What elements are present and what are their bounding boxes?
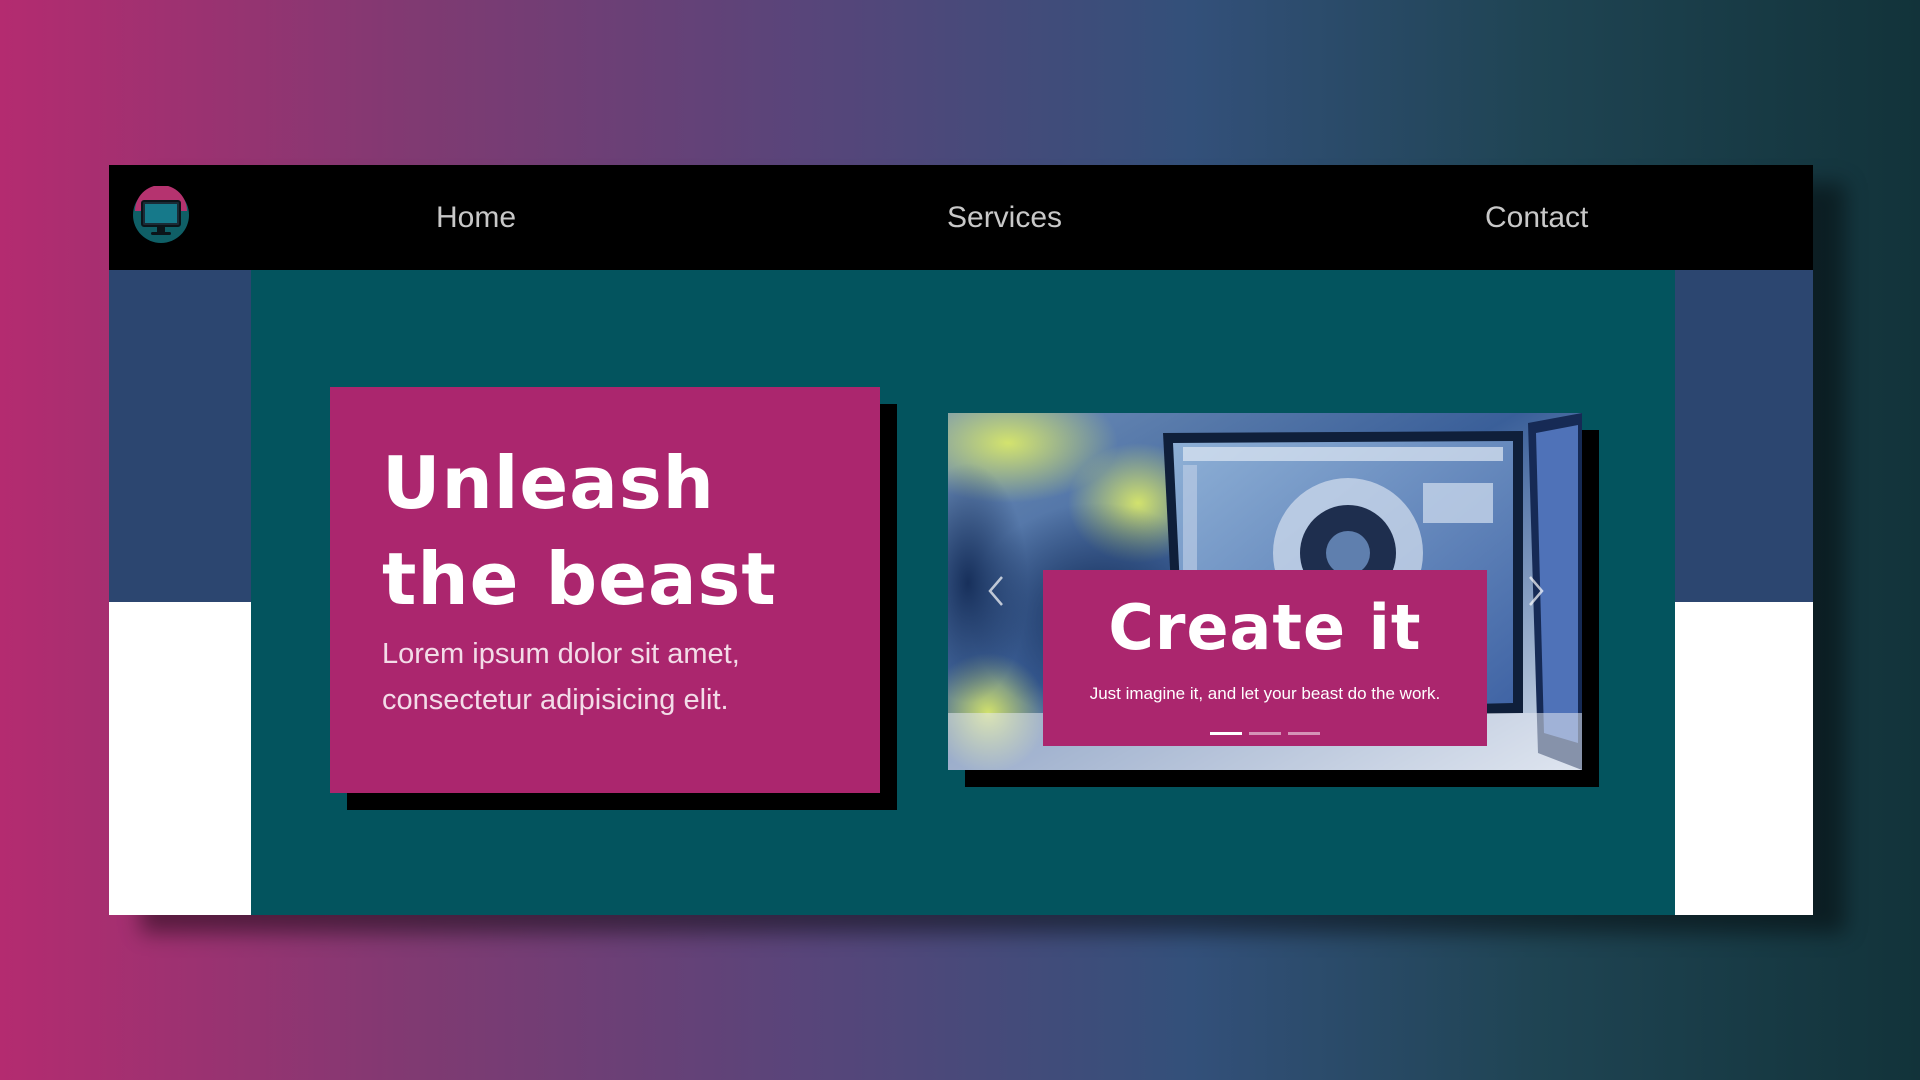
- website-window: Home Services Contact Unleash the beast …: [109, 165, 1813, 915]
- caption-title: Create it: [1108, 591, 1422, 664]
- carousel-next-button[interactable]: [1516, 563, 1556, 619]
- carousel-indicator-3[interactable]: [1288, 732, 1320, 735]
- nav-link-home[interactable]: Home: [436, 165, 516, 270]
- carousel-indicator-2[interactable]: [1249, 732, 1281, 735]
- logo[interactable]: [132, 186, 190, 244]
- hero-text-card: Unleash the beast Lorem ipsum dolor sit …: [330, 387, 880, 793]
- carousel-prev-button[interactable]: [976, 563, 1016, 619]
- side-panel-left: [109, 270, 251, 915]
- hero-headline: Unleash the beast: [382, 441, 777, 621]
- hero-section: Unleash the beast Lorem ipsum dolor sit …: [251, 270, 1675, 915]
- chevron-right-icon: [1529, 576, 1544, 606]
- nav-link-services[interactable]: Services: [947, 165, 1062, 270]
- chevron-left-icon: [988, 576, 1003, 606]
- nav-link-contact[interactable]: Contact: [1485, 165, 1588, 270]
- monitor-icon: [133, 186, 189, 243]
- carousel-caption: Create it Just imagine it, and let your …: [1043, 570, 1487, 746]
- carousel-indicator-1[interactable]: [1210, 732, 1242, 735]
- carousel-indicators: [1210, 732, 1322, 736]
- side-panel-right: [1675, 270, 1813, 915]
- navbar: Home Services Contact: [109, 165, 1813, 270]
- caption-text: Just imagine it, and let your beast do t…: [1089, 684, 1441, 703]
- image-carousel[interactable]: Create it Just imagine it, and let your …: [948, 413, 1582, 770]
- hero-lead-text: Lorem ipsum dolor sit amet, consectetur …: [382, 638, 740, 716]
